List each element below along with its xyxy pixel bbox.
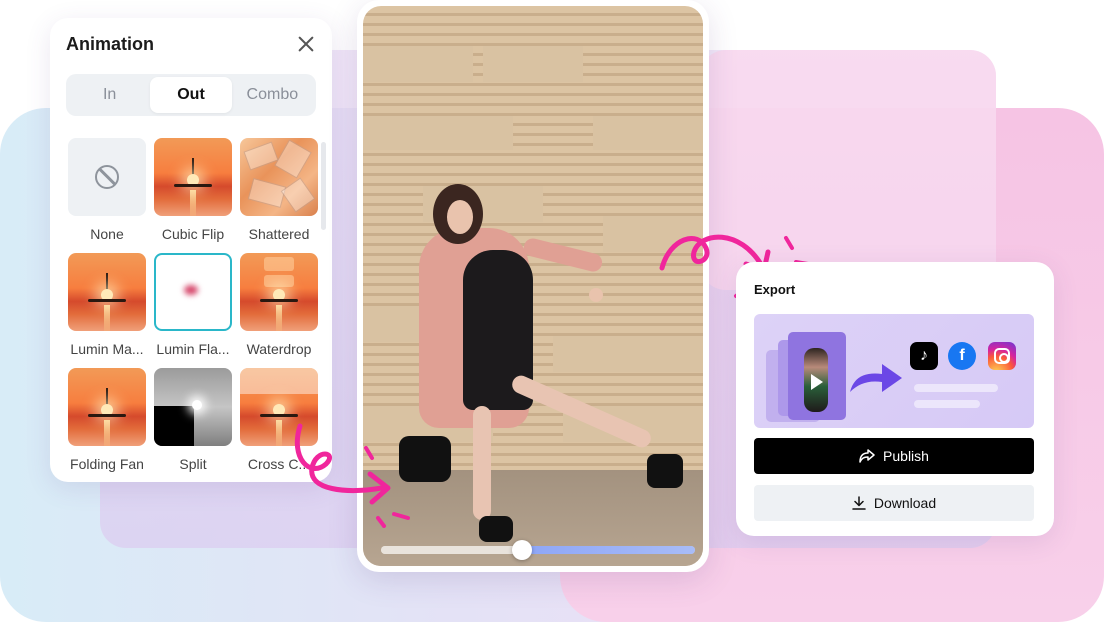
animation-item-lumin-ma[interactable]: Lumin Ma... — [68, 253, 146, 357]
video-preview — [357, 0, 709, 572]
split-thumbnail — [154, 368, 232, 446]
export-title: Export — [754, 282, 796, 297]
play-icon — [811, 374, 823, 390]
animation-item-label: Lumin Ma... — [70, 341, 144, 357]
none-thumbnail — [68, 138, 146, 216]
publish-button[interactable]: Publish — [754, 438, 1034, 474]
tiktok-icon[interactable]: ♪ — [910, 342, 938, 370]
model-face — [447, 200, 473, 234]
shatter-thumbnail — [240, 138, 318, 216]
animation-item-cubic-flip[interactable]: Cubic Flip — [154, 138, 232, 242]
boot — [647, 454, 683, 488]
export-panel: Export ♪ f Publish Download — [736, 262, 1054, 536]
model-arm — [522, 236, 604, 274]
tab-combo[interactable]: Combo — [232, 77, 313, 113]
boot — [479, 516, 513, 542]
animation-item-split[interactable]: Split — [154, 368, 232, 472]
export-preview: ♪ f — [754, 314, 1034, 428]
sunset-thumbnail — [68, 368, 146, 446]
animation-item-label: None — [90, 226, 124, 242]
animation-item-folding-fan[interactable]: Folding Fan — [68, 368, 146, 472]
handbag — [399, 436, 451, 482]
animation-item-cross[interactable]: Cross C... — [240, 368, 318, 472]
video-thumbnail — [788, 332, 846, 420]
animation-item-waterdrop[interactable]: Waterdrop — [240, 253, 318, 357]
download-icon — [852, 496, 866, 510]
animation-item-shattered[interactable]: Shattered — [240, 138, 318, 242]
publish-label: Publish — [883, 448, 929, 464]
sunset-thumbnail — [154, 138, 232, 216]
download-label: Download — [873, 495, 937, 511]
progress-knob[interactable] — [512, 540, 532, 560]
animation-item-none[interactable]: None — [68, 138, 146, 242]
flash-thumbnail-selected — [154, 253, 232, 331]
video-frame — [363, 6, 703, 566]
cross-thumbnail — [240, 368, 318, 446]
animation-item-label: Cubic Flip — [161, 226, 225, 242]
animation-item-label: Waterdrop — [246, 341, 312, 357]
animation-item-label: Cross C... — [247, 456, 311, 472]
waterdrop-thumbnail — [240, 253, 318, 331]
animation-tabs: In Out Combo — [66, 74, 316, 116]
animation-item-label: Folding Fan — [70, 456, 144, 472]
background-pink-card — [700, 50, 996, 290]
share-icon — [859, 449, 875, 463]
scrollbar[interactable] — [321, 142, 326, 230]
close-icon[interactable] — [294, 32, 318, 56]
video-progress-bar[interactable] — [381, 540, 695, 560]
sunset-thumbnail — [68, 253, 146, 331]
ban-icon — [95, 165, 119, 189]
animation-panel-title: Animation — [66, 34, 154, 54]
download-button[interactable]: Download — [754, 485, 1034, 521]
animation-item-label: Lumin Fla... — [156, 341, 230, 357]
animation-item-lumin-flash[interactable]: Lumin Fla... — [154, 253, 232, 357]
tab-in[interactable]: In — [69, 77, 150, 113]
animation-panel: Animation In Out Combo None Cubic Flip S… — [50, 18, 332, 482]
share-arrow-icon — [850, 364, 902, 392]
model-leg-standing — [473, 406, 491, 520]
animation-item-label: Shattered — [248, 226, 310, 242]
instagram-icon[interactable] — [988, 342, 1016, 370]
animation-item-label: Split — [179, 456, 207, 472]
facebook-icon[interactable]: f — [948, 342, 976, 370]
tab-out[interactable]: Out — [150, 77, 232, 113]
